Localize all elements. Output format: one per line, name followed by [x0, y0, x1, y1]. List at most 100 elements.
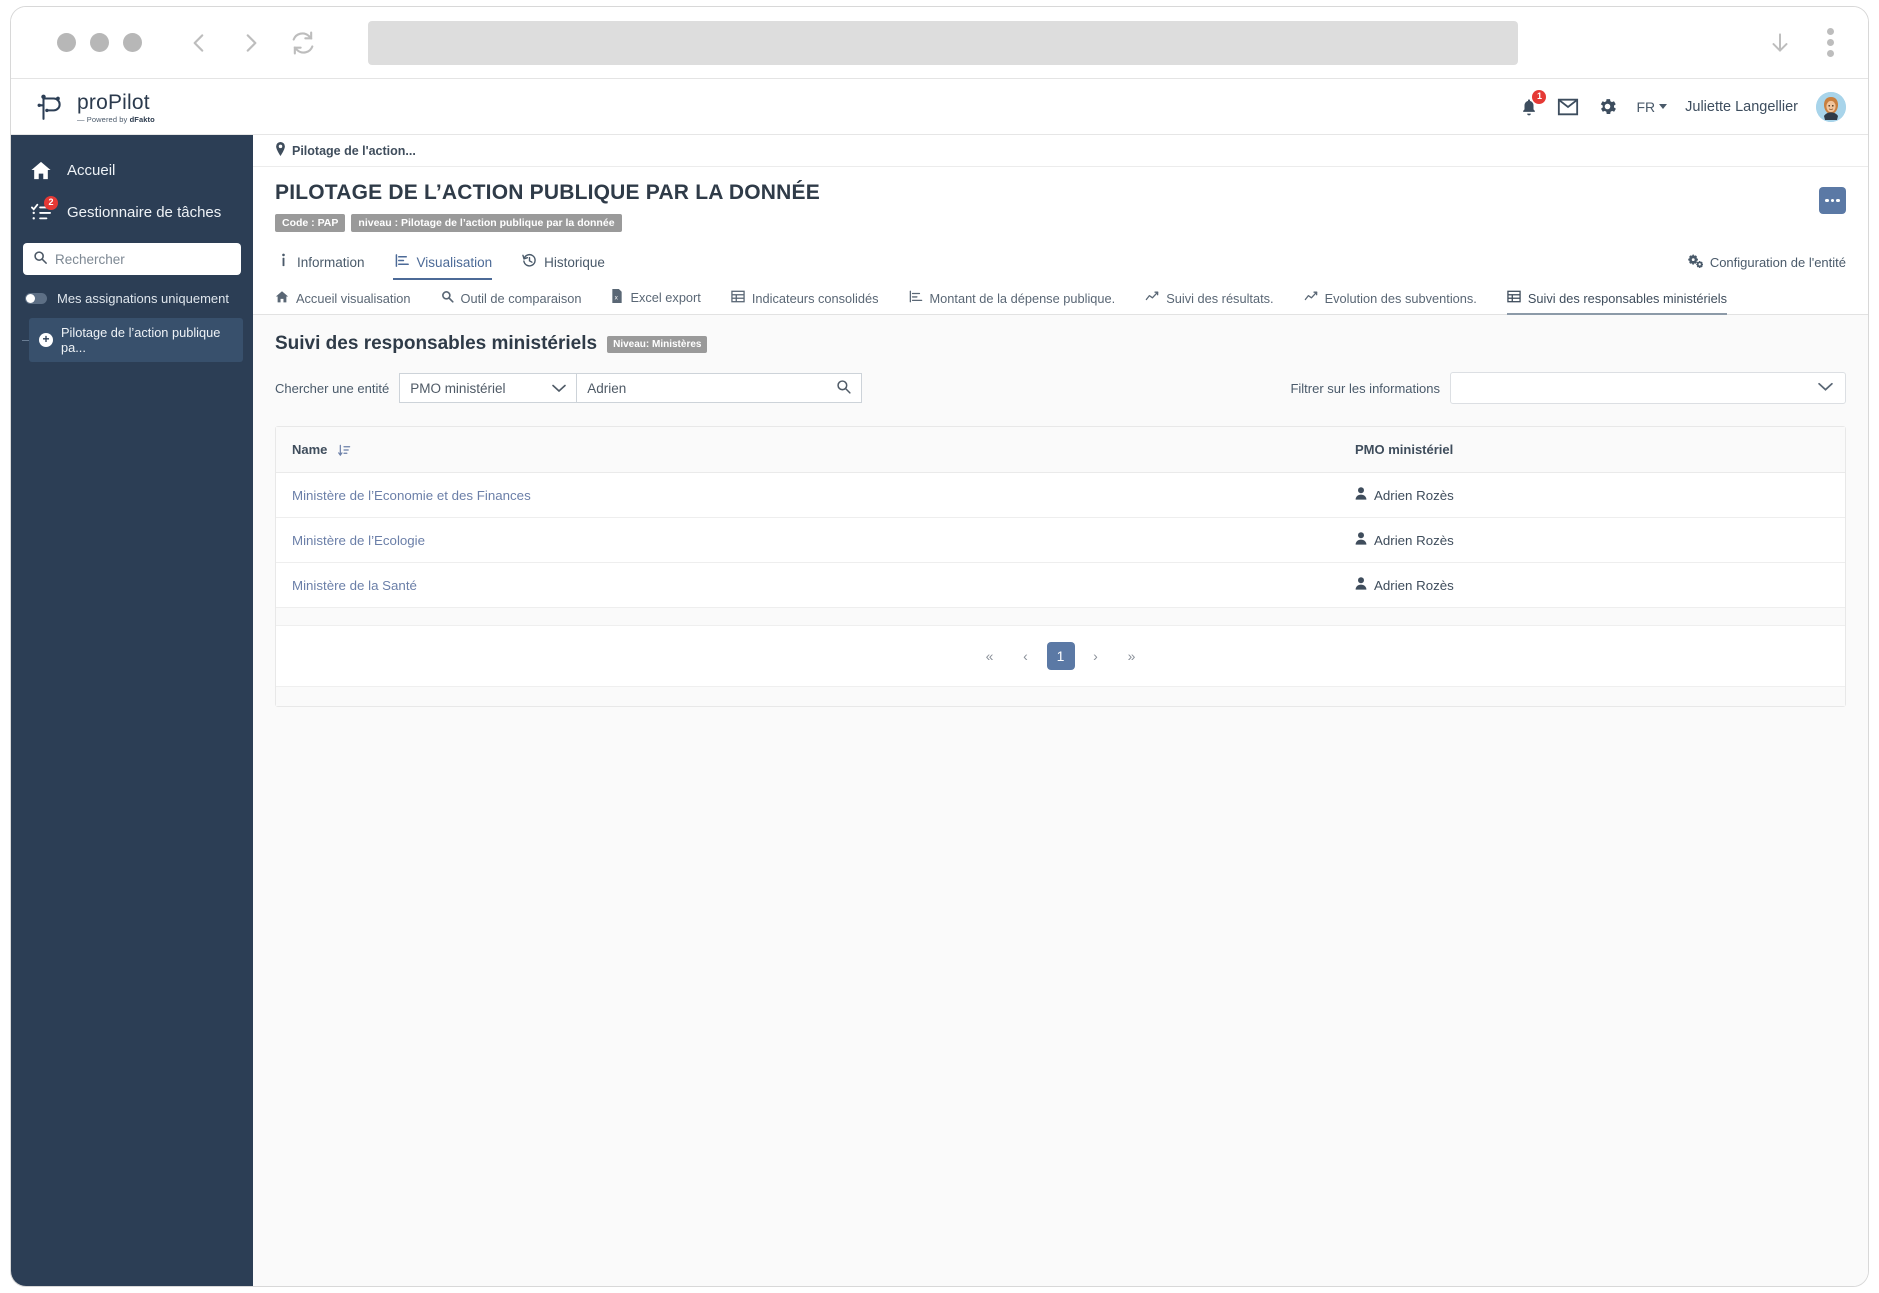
subtab-label: Suivi des résultats. — [1166, 291, 1273, 306]
browser-menu-icon[interactable] — [1827, 28, 1834, 57]
table-footer-strip — [276, 608, 1845, 626]
pmo-name: Adrien Rozès — [1374, 578, 1454, 593]
maximize-window-dot[interactable] — [123, 33, 142, 52]
my-assignments-toggle[interactable] — [25, 293, 47, 304]
sidebar-tree-item-label: Pilotage de l’action publique pa... — [61, 325, 235, 355]
entity-configuration-label: Configuration de l'entité — [1710, 255, 1846, 270]
pagination-next[interactable]: › — [1081, 642, 1111, 670]
subtab-evolution-des-subventions[interactable]: Evolution des subventions. — [1304, 290, 1477, 314]
download-icon[interactable] — [1759, 22, 1801, 64]
language-selector[interactable]: FR — [1636, 99, 1667, 115]
line-chart-icon — [1145, 290, 1159, 306]
sidebar-item-label: Accueil — [67, 162, 115, 179]
browser-window: proPilot — Powered by dFakto 1 FR Juliet… — [10, 6, 1869, 1287]
notifications-badge: 1 — [1532, 90, 1546, 104]
tab-label: Visualisation — [417, 255, 493, 270]
entity-configuration-link[interactable]: Configuration de l'entité — [1687, 253, 1846, 280]
tab-historique[interactable]: Historique — [520, 253, 619, 280]
entity-search-label: Chercher une entité — [275, 381, 389, 396]
breadcrumb[interactable]: Pilotage de l'action... — [253, 135, 1868, 167]
subtab-suivi-des-responsables-ministeriels[interactable]: Suivi des responsables ministériels — [1507, 290, 1727, 314]
sidebar-item-gestionnaire-de-taches[interactable]: 2 Gestionnaire de tâches — [11, 191, 253, 233]
pagination-last[interactable]: » — [1117, 642, 1147, 670]
messages-envelope-icon[interactable] — [1557, 97, 1579, 117]
location-pin-icon — [275, 142, 286, 159]
table-cell-pmo: Adrien Rozès — [1325, 518, 1845, 563]
subtab-label: Accueil visualisation — [296, 291, 411, 306]
settings-gear-icon[interactable] — [1597, 96, 1618, 117]
minimize-window-dot[interactable] — [90, 33, 109, 52]
chevron-down-icon — [1818, 379, 1833, 397]
propilot-logo[interactable]: proPilot — Powered by dFakto — [35, 90, 155, 124]
info-filter-select[interactable] — [1450, 372, 1846, 404]
language-label: FR — [1636, 99, 1655, 115]
subtab-label: Indicateurs consolidés — [752, 291, 879, 306]
chevron-down-icon — [1659, 104, 1667, 109]
table-cell-pmo: Adrien Rozès — [1325, 473, 1845, 518]
search-input[interactable] — [55, 252, 231, 267]
info-icon — [277, 253, 290, 271]
main-content: Pilotage de l'action... PILOTAGE DE L’AC… — [253, 135, 1868, 1287]
pagination-page-1[interactable]: 1 — [1047, 642, 1075, 670]
pagination-prev[interactable]: ‹ — [1011, 642, 1041, 670]
page-title: PILOTAGE DE L’ACTION PUBLIQUE PAR LA DON… — [275, 181, 1846, 205]
back-icon[interactable] — [178, 22, 220, 64]
table-row[interactable]: Ministère de la Santé Adrien Rozès — [276, 563, 1845, 608]
logo-tagline: — Powered by dFakto — [77, 116, 155, 124]
entity-type-value: PMO ministériel — [410, 381, 505, 396]
table-row[interactable]: Ministère de l’Economie et des Finances … — [276, 473, 1845, 518]
my-assignments-toggle-row[interactable]: Mes assignations uniquement — [11, 275, 253, 310]
table-header-pmo[interactable]: PMO ministériel — [1325, 427, 1845, 473]
avatar[interactable] — [1816, 92, 1846, 122]
subtab-indicateurs-consolides[interactable]: Indicateurs consolidés — [731, 290, 879, 314]
chart-icon — [395, 253, 410, 271]
line-chart-icon — [1304, 290, 1318, 306]
subtab-suivi-des-resultats[interactable]: Suivi des résultats. — [1145, 290, 1273, 314]
table-icon — [1507, 290, 1521, 306]
primary-tabs: Information Visualisation Historique — [253, 242, 1868, 280]
avatar-image — [1816, 92, 1846, 122]
window-controls[interactable] — [57, 33, 142, 52]
entity-link[interactable]: Ministère de l’Economie et des Finances — [292, 488, 531, 503]
propilot-logo-icon — [35, 90, 69, 124]
tab-visualisation[interactable]: Visualisation — [393, 253, 507, 280]
filters-row: Chercher une entité PMO ministériel Adri… — [275, 372, 1846, 404]
table-header-name[interactable]: Name — [276, 427, 1325, 473]
sidebar-search[interactable] — [23, 243, 241, 275]
sidebar-item-accueil[interactable]: Accueil — [11, 149, 253, 191]
tasks-icon: 2 — [29, 202, 53, 222]
subtab-accueil-visualisation[interactable]: Accueil visualisation — [275, 290, 411, 314]
subtab-outil-de-comparaison[interactable]: Outil de comparaison — [441, 290, 582, 314]
table-cell-name[interactable]: Ministère de la Santé — [276, 563, 1325, 608]
browser-toolbar — [11, 7, 1868, 79]
page-actions-button[interactable] — [1819, 187, 1846, 214]
subtab-label: Suivi des responsables ministériels — [1528, 291, 1727, 306]
excel-icon: x — [611, 289, 623, 306]
expand-plus-icon[interactable]: + — [39, 333, 53, 347]
sort-icon[interactable] — [338, 444, 351, 457]
close-window-dot[interactable] — [57, 33, 76, 52]
secondary-tabs: Accueil visualisation Outil de comparais… — [253, 280, 1868, 315]
table-cell-name[interactable]: Ministère de l’Economie et des Finances — [276, 473, 1325, 518]
notifications-bell-icon[interactable]: 1 — [1519, 97, 1539, 117]
table-cell-name[interactable]: Ministère de l’Ecologie — [276, 518, 1325, 563]
address-bar[interactable] — [368, 21, 1518, 65]
subtab-montant-depense-publique[interactable]: Montant de la dépense publique. — [909, 290, 1116, 314]
pagination-first[interactable]: « — [975, 642, 1005, 670]
sidebar-tree-item-pilotage[interactable]: + Pilotage de l’action publique pa... — [29, 318, 243, 362]
chip-niveau: niveau : Pilotage de l’action publique p… — [351, 214, 621, 232]
search-icon — [33, 250, 47, 269]
search-icon[interactable] — [836, 379, 851, 397]
entity-link[interactable]: Ministère de la Santé — [292, 578, 417, 593]
tab-information[interactable]: Information — [275, 253, 379, 280]
subtab-excel-export[interactable]: x Excel export — [611, 289, 700, 314]
entity-search-field[interactable]: Adrien — [577, 373, 862, 403]
entity-link[interactable]: Ministère de l’Ecologie — [292, 533, 425, 548]
entity-type-select[interactable]: PMO ministériel — [399, 373, 577, 403]
gears-icon — [1687, 253, 1703, 271]
responsables-table: Name PMO ministériel — [276, 427, 1845, 608]
forward-icon[interactable] — [230, 22, 272, 64]
reload-icon[interactable] — [282, 22, 324, 64]
person-icon — [1355, 577, 1367, 593]
table-row[interactable]: Ministère de l’Ecologie Adrien Rozès — [276, 518, 1845, 563]
